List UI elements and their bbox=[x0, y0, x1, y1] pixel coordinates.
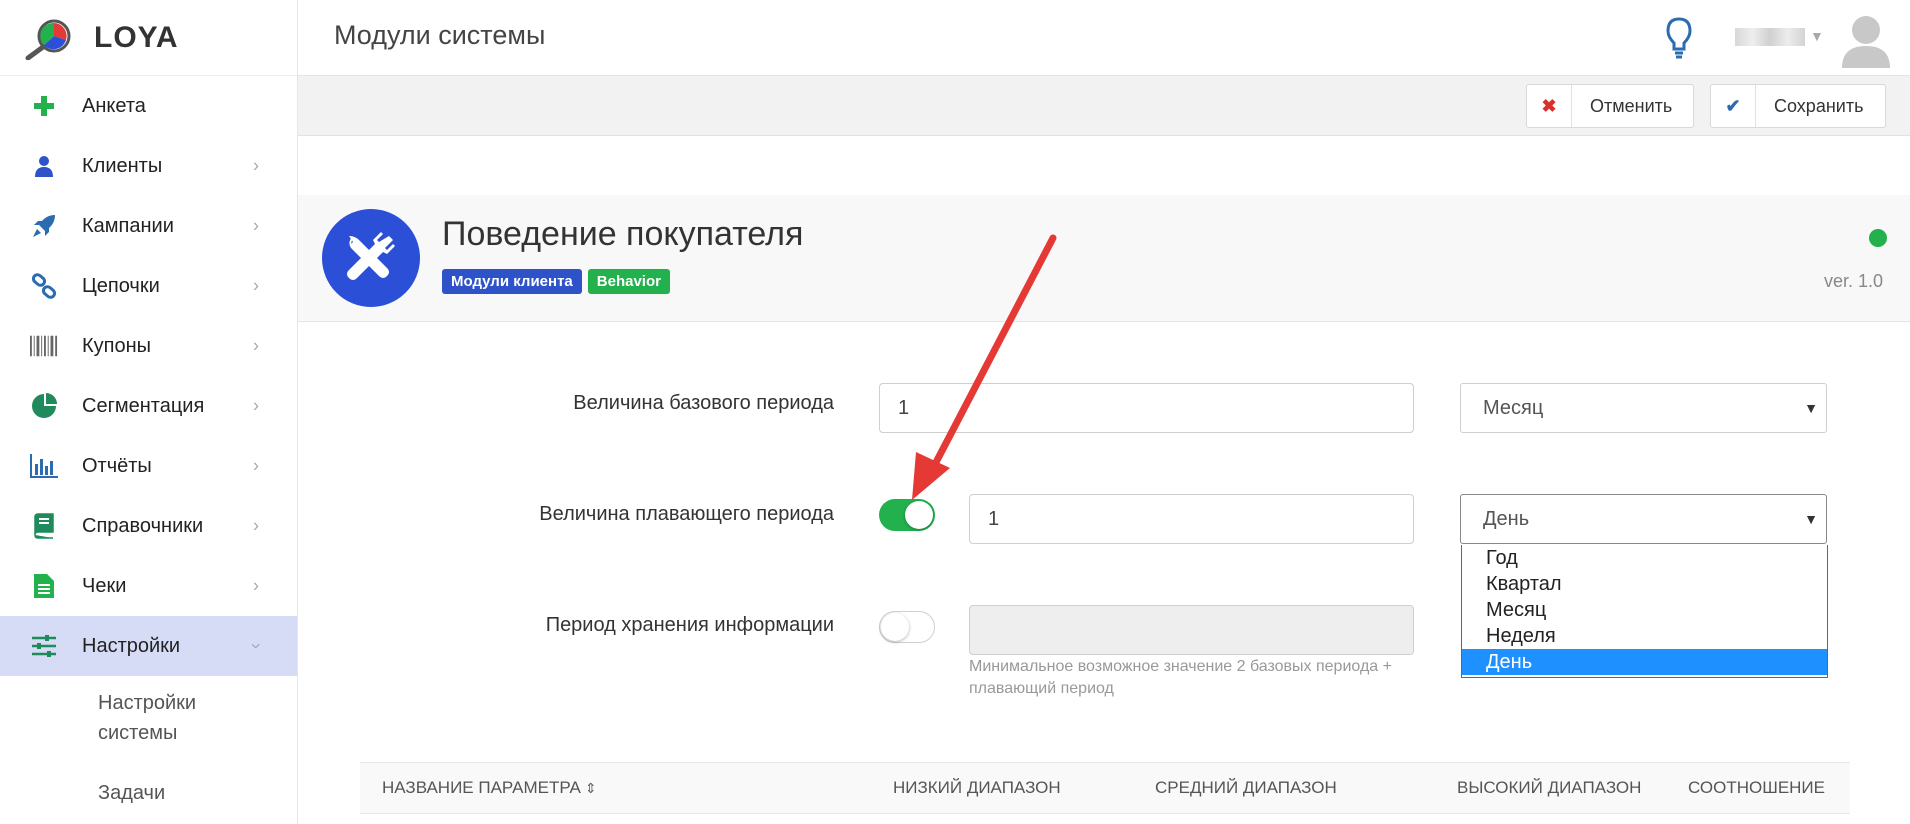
cancel-button[interactable]: ✖ Отменить bbox=[1526, 84, 1694, 128]
check-icon: ✔ bbox=[1711, 85, 1756, 127]
receipt-icon bbox=[30, 572, 58, 600]
sidebar-item-receipts[interactable]: Чеки › bbox=[0, 556, 297, 616]
column-header-high: ВЫСОКИЙ ДИАПАЗОН bbox=[1457, 778, 1642, 797]
caret-down-icon: ▼ bbox=[1804, 400, 1818, 416]
sidebar-subitem-label: Задачи bbox=[98, 782, 166, 804]
dropdown-option-quarter[interactable]: Квартал bbox=[1462, 571, 1827, 597]
rocket-icon bbox=[30, 212, 58, 240]
base-period-label: Величина базового периода bbox=[573, 392, 834, 414]
cancel-button-label: Отменить bbox=[1590, 95, 1673, 116]
storage-period-toggle[interactable] bbox=[879, 611, 935, 643]
sidebar-item-campaigns[interactable]: Кампании › bbox=[0, 196, 297, 256]
user-name-blurred[interactable] bbox=[1735, 28, 1805, 46]
sidebar-item-coupons[interactable]: Купоны › bbox=[0, 316, 297, 376]
plus-icon bbox=[30, 92, 58, 120]
base-period-input[interactable]: 1 bbox=[879, 383, 1414, 433]
dropdown-option-month[interactable]: Месяц bbox=[1462, 597, 1827, 623]
sidebar-item-label: Клиенты bbox=[82, 154, 163, 177]
page-title: Модули системы bbox=[334, 20, 546, 50]
sidebar-item-segmentation[interactable]: Сегментация › bbox=[0, 376, 297, 436]
floating-period-unit-value: День bbox=[1483, 507, 1530, 530]
chevron-right-icon: › bbox=[253, 275, 259, 296]
column-header-label: НАЗВАНИЕ ПАРАМЕТРА bbox=[382, 778, 581, 797]
lightbulb-icon[interactable] bbox=[1663, 16, 1695, 65]
storage-period-hint: Минимальное возможное значение 2 базовых… bbox=[969, 658, 1392, 697]
module-header: Поведение покупателя Модули клиента Beha… bbox=[298, 195, 1910, 322]
bar-chart-icon bbox=[30, 452, 58, 480]
chevron-right-icon: › bbox=[253, 575, 259, 596]
avatar[interactable] bbox=[1840, 12, 1892, 73]
logo[interactable]: LOYA bbox=[0, 0, 297, 76]
sort-icon: ⇕ bbox=[584, 780, 597, 796]
sidebar-subitem-label: Настройки системы bbox=[98, 692, 197, 744]
chevron-right-icon: › bbox=[253, 515, 259, 536]
book-icon bbox=[30, 512, 58, 540]
column-header-medium: СРЕДНИЙ ДИАПАЗОН bbox=[1155, 778, 1337, 797]
sidebar-item-label: Справочники bbox=[82, 514, 204, 537]
column-header-parameter[interactable]: НАЗВАНИЕ ПАРАМЕТРА ⇕ bbox=[382, 778, 597, 798]
save-button-label: Сохранить bbox=[1774, 95, 1864, 116]
status-indicator bbox=[1869, 229, 1887, 247]
base-period-unit-value: Месяц bbox=[1483, 396, 1544, 419]
floating-period-toggle[interactable] bbox=[879, 499, 935, 531]
sidebar-item-label: Чеки bbox=[82, 574, 127, 597]
floating-period-input[interactable]: 1 bbox=[969, 494, 1414, 544]
sidebar-item-settings[interactable]: Настройки › bbox=[0, 616, 297, 676]
caret-down-icon[interactable]: ▼ bbox=[1810, 28, 1824, 44]
sidebar-item-label: Отчёты bbox=[82, 454, 152, 477]
storage-period-label: Период хранения информации bbox=[545, 614, 834, 636]
action-toolbar: ✖ Отменить ✔ Сохранить bbox=[298, 76, 1910, 136]
chevron-down-icon: › bbox=[246, 643, 267, 649]
floating-period-label: Величина плавающего периода bbox=[539, 503, 834, 525]
sidebar-item-label: Настройки bbox=[82, 634, 181, 657]
chevron-right-icon: › bbox=[253, 335, 259, 356]
sidebar-subitem-tasks[interactable]: Задачи bbox=[0, 778, 298, 808]
sidebar-item-directories[interactable]: Справочники › bbox=[0, 496, 297, 556]
sidebar-item-clients[interactable]: Клиенты › bbox=[0, 136, 297, 196]
table-header: НАЗВАНИЕ ПАРАМЕТРА ⇕ НИЗКИЙ ДИАПАЗОН СРЕД… bbox=[360, 762, 1850, 814]
logo-icon bbox=[25, 19, 71, 60]
top-bar: Модули системы ▼ bbox=[298, 0, 1910, 76]
dropdown-option-week[interactable]: Неделя bbox=[1462, 623, 1827, 649]
chevron-right-icon: › bbox=[253, 215, 259, 236]
floating-period-unit-select[interactable]: День ▼ bbox=[1460, 494, 1827, 544]
barcode-icon bbox=[30, 332, 58, 360]
sidebar-item-label: Сегментация bbox=[82, 394, 205, 417]
save-button[interactable]: ✔ Сохранить bbox=[1710, 84, 1886, 128]
base-period-unit-select[interactable]: Месяц ▼ bbox=[1460, 383, 1827, 433]
chevron-right-icon: › bbox=[253, 455, 259, 476]
dropdown-option-year[interactable]: Год bbox=[1462, 545, 1827, 571]
dropdown-option-day[interactable]: День bbox=[1462, 649, 1827, 675]
sidebar-item-label: Цепочки bbox=[82, 274, 160, 297]
pie-chart-icon bbox=[30, 392, 58, 420]
sidebar-item-chains[interactable]: Цепочки › bbox=[0, 256, 297, 316]
column-header-low: НИЗКИЙ ДИАПАЗОН bbox=[893, 778, 1061, 797]
badge-category: Модули клиента bbox=[442, 269, 582, 294]
sidebar-subitem-system-settings[interactable]: Настройки системы bbox=[0, 688, 298, 748]
sidebar-item-anketa[interactable]: Анкета bbox=[0, 76, 297, 136]
sidebar-item-reports[interactable]: Отчёты › bbox=[0, 436, 297, 496]
link-icon bbox=[30, 272, 58, 300]
module-version: ver. 1.0 bbox=[1824, 271, 1884, 291]
module-title: Поведение покупателя bbox=[442, 215, 804, 253]
badge-code: Behavior bbox=[587, 269, 670, 294]
storage-period-input bbox=[969, 605, 1414, 655]
user-icon bbox=[30, 152, 58, 180]
sidebar-item-label: Купоны bbox=[82, 334, 152, 357]
column-header-ratio: СООТНОШЕНИЕ bbox=[1688, 778, 1825, 797]
chevron-right-icon: › bbox=[253, 155, 259, 176]
caret-down-icon: ▼ bbox=[1804, 511, 1818, 527]
sliders-icon bbox=[30, 632, 58, 660]
chevron-right-icon: › bbox=[253, 395, 259, 416]
sidebar-item-label: Анкета bbox=[82, 94, 146, 117]
sidebar-item-label: Кампании bbox=[82, 214, 174, 237]
toggle-knob bbox=[905, 501, 933, 529]
unit-dropdown-list: Год Квартал Месяц Неделя День bbox=[1461, 545, 1828, 678]
module-badges: Модули клиента Behavior bbox=[442, 269, 670, 294]
tools-icon bbox=[322, 209, 420, 307]
toggle-knob bbox=[881, 613, 909, 641]
close-icon: ✖ bbox=[1527, 85, 1572, 127]
logo-text: LOYA bbox=[94, 20, 179, 54]
sidebar: LOYA Анкета Клиенты › Кампании › Цепочки… bbox=[0, 0, 298, 824]
